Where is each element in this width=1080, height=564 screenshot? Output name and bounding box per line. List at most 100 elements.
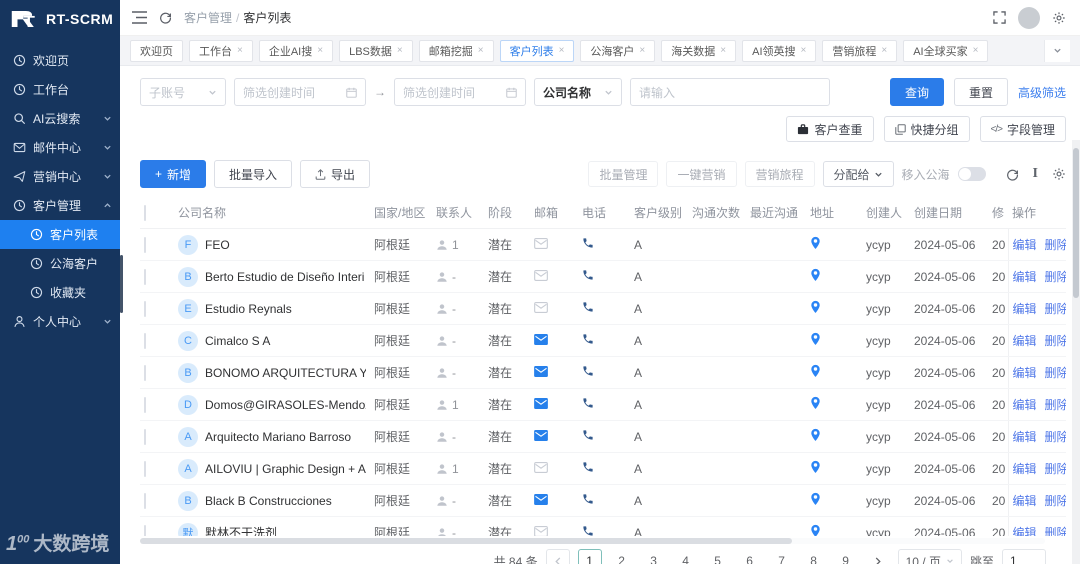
phone-icon[interactable] xyxy=(582,526,594,536)
date-from-input[interactable]: 筛选创建时间 xyxy=(234,78,366,106)
tab-邮箱挖掘[interactable]: 邮箱挖掘 × xyxy=(418,39,494,62)
tab-close-icon[interactable]: × xyxy=(397,45,403,56)
row-checkbox[interactable] xyxy=(144,236,146,253)
tab-客户列表[interactable]: 客户列表 × xyxy=(499,39,575,62)
page-button-3[interactable]: 3 xyxy=(642,549,666,564)
row-checkbox[interactable] xyxy=(144,428,146,445)
sidebar-item-客户管理[interactable]: 客户管理 xyxy=(0,191,120,220)
tab-close-icon[interactable]: × xyxy=(720,45,726,56)
row-checkbox[interactable] xyxy=(144,524,146,536)
tab-close-icon[interactable]: × xyxy=(237,45,243,56)
edit-link[interactable]: 编辑 xyxy=(1013,398,1037,412)
delete-link[interactable]: 删除 xyxy=(1045,526,1066,536)
row-height-icon[interactable]: I xyxy=(1033,166,1038,182)
page-button-9[interactable]: 9 xyxy=(834,549,858,564)
assign-to-dropdown[interactable]: 分配给 xyxy=(822,161,894,187)
row-checkbox[interactable] xyxy=(144,364,146,381)
tab-close-icon[interactable]: × xyxy=(801,45,807,56)
company-wrap[interactable]: E Estudio Reynals xyxy=(178,298,366,319)
delete-link[interactable]: 删除 xyxy=(1045,334,1066,348)
search-button[interactable]: 查询 xyxy=(889,78,944,106)
keyword-input[interactable]: 请输入 xyxy=(630,78,830,106)
phone-icon[interactable] xyxy=(582,238,594,252)
mail-icon[interactable] xyxy=(534,493,548,508)
sidebar-item-AI云搜索[interactable]: AI云搜索 xyxy=(0,104,120,133)
mail-icon[interactable] xyxy=(534,237,548,252)
row-checkbox[interactable] xyxy=(144,396,146,413)
sidebar-item-营销中心[interactable]: 营销中心 xyxy=(0,162,120,191)
delete-link[interactable]: 删除 xyxy=(1045,398,1066,412)
user-avatar[interactable] xyxy=(1018,6,1040,29)
tab-工作台[interactable]: 工作台 × xyxy=(189,39,253,62)
phone-icon[interactable] xyxy=(582,334,594,348)
phone-icon[interactable] xyxy=(582,302,594,316)
company-wrap[interactable]: A Arquitecto Mariano Barroso xyxy=(178,426,366,447)
tab-close-icon[interactable]: × xyxy=(559,45,565,56)
address-pin-icon[interactable] xyxy=(810,236,821,253)
company-wrap[interactable]: B Black B Construcciones xyxy=(178,490,366,511)
advanced-filter-link[interactable]: 高级筛选 xyxy=(1018,84,1066,101)
sidebar-item-工作台[interactable]: 工作台 xyxy=(0,75,120,104)
refresh-table-icon[interactable] xyxy=(1006,168,1019,181)
delete-link[interactable]: 删除 xyxy=(1045,430,1066,444)
select-all-checkbox[interactable] xyxy=(144,204,146,221)
marketing-journey-button[interactable]: 营销旅程 xyxy=(744,161,815,187)
mail-icon[interactable] xyxy=(534,525,548,536)
page-button-2[interactable]: 2 xyxy=(610,549,634,564)
tab-AI领英搜[interactable]: AI领英搜 × xyxy=(742,39,817,62)
page-button-5[interactable]: 5 xyxy=(706,549,730,564)
breadcrumb-parent[interactable]: 客户管理 xyxy=(184,9,232,26)
edit-link[interactable]: 编辑 xyxy=(1013,462,1037,476)
address-pin-icon[interactable] xyxy=(810,364,821,381)
mail-icon[interactable] xyxy=(534,269,548,284)
delete-link[interactable]: 删除 xyxy=(1045,494,1066,508)
sidebar-item-客户列表[interactable]: 客户列表 xyxy=(0,220,120,249)
page-button-8[interactable]: 8 xyxy=(802,549,826,564)
phone-icon[interactable] xyxy=(582,430,594,444)
company-wrap[interactable]: D Domos@GIRASOLES-Mendoz xyxy=(178,394,366,415)
page-button-1[interactable]: 1 xyxy=(577,549,602,564)
quick-group-button[interactable]: 快捷分组 xyxy=(883,116,970,142)
fullscreen-icon[interactable] xyxy=(993,11,1006,24)
batch-import-button[interactable]: 批量导入 xyxy=(214,160,293,188)
delete-link[interactable]: 删除 xyxy=(1045,302,1066,316)
sidebar-item-邮件中心[interactable]: 邮件中心 xyxy=(0,133,120,162)
mail-icon[interactable] xyxy=(534,461,548,476)
page-button-4[interactable]: 4 xyxy=(674,549,698,564)
address-pin-icon[interactable] xyxy=(810,524,821,536)
tab-close-icon[interactable]: × xyxy=(317,45,323,56)
sidebar-item-欢迎页[interactable]: 欢迎页 xyxy=(0,46,120,75)
row-checkbox[interactable] xyxy=(144,268,146,285)
edit-link[interactable]: 编辑 xyxy=(1013,430,1037,444)
export-button[interactable]: 导出 xyxy=(300,160,371,188)
mail-icon[interactable] xyxy=(534,301,548,316)
tab-close-icon[interactable]: × xyxy=(973,45,979,56)
phone-icon[interactable] xyxy=(582,366,594,380)
sidebar-scrollbar-thumb[interactable] xyxy=(120,255,123,313)
tab-欢迎页[interactable]: 欢迎页 xyxy=(130,39,183,62)
mail-icon[interactable] xyxy=(534,397,548,412)
phone-icon[interactable] xyxy=(582,398,594,412)
sub-account-select[interactable]: 子账号 xyxy=(140,78,226,106)
move-to-public-toggle[interactable] xyxy=(957,167,986,181)
phone-icon[interactable] xyxy=(582,494,594,508)
row-checkbox[interactable] xyxy=(144,332,146,349)
page-vertical-scrollbar[interactable] xyxy=(1072,140,1080,564)
edit-link[interactable]: 编辑 xyxy=(1013,494,1037,508)
row-checkbox[interactable] xyxy=(144,492,146,509)
batch-manage-button[interactable]: 批量管理 xyxy=(588,161,659,187)
tab-AI全球买家[interactable]: AI全球买家 × xyxy=(903,39,989,62)
sidebar-item-公海客户[interactable]: 公海客户 xyxy=(0,249,120,278)
page-size-select[interactable]: 10 / 页 xyxy=(897,549,962,564)
company-wrap[interactable]: A AILOVIU | Graphic Design + A xyxy=(178,458,366,479)
phone-icon[interactable] xyxy=(582,462,594,476)
collapse-menu-icon[interactable] xyxy=(132,11,147,24)
customer-dedupe-button[interactable]: 客户查重 xyxy=(786,116,874,142)
column-settings-gear-icon[interactable] xyxy=(1052,167,1066,181)
delete-link[interactable]: 删除 xyxy=(1045,270,1066,284)
one-click-marketing-button[interactable]: 一键营销 xyxy=(666,161,737,187)
address-pin-icon[interactable] xyxy=(810,300,821,317)
settings-gear-icon[interactable] xyxy=(1052,11,1066,25)
tab-营销旅程[interactable]: 营销旅程 × xyxy=(822,39,898,62)
sidebar-item-收藏夹[interactable]: 收藏夹 xyxy=(0,278,120,307)
